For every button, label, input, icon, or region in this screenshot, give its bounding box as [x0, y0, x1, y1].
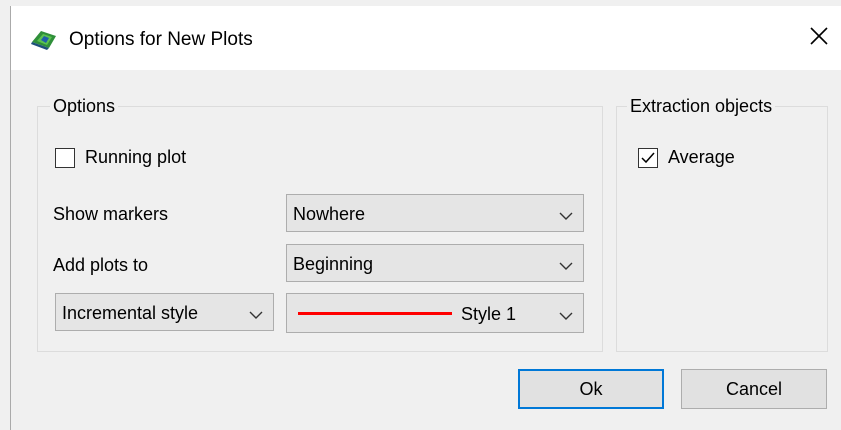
show-markers-label: Show markers: [53, 204, 169, 224]
show-markers-value: Nowhere: [293, 204, 366, 224]
add-plots-to-value: Beginning: [293, 254, 374, 274]
average-checkbox-row[interactable]: Average: [638, 147, 735, 168]
add-plots-to-select[interactable]: Beginning: [286, 244, 584, 282]
show-markers-select[interactable]: Nowhere: [286, 194, 584, 232]
ok-button[interactable]: Ok: [518, 369, 664, 409]
style-select[interactable]: Style 1: [286, 293, 584, 333]
chevron-down-icon: [559, 208, 573, 220]
cancel-button[interactable]: Cancel: [681, 369, 827, 409]
title-bar: Options for New Plots: [11, 6, 841, 70]
options-group-label: Options: [50, 94, 119, 118]
checkmark-icon: [641, 152, 655, 163]
extraction-objects-groupbox: Extraction objects: [616, 94, 828, 352]
add-plots-to-label: Add plots to: [53, 255, 149, 275]
style-value: Style 1: [461, 304, 517, 324]
incremental-style-select[interactable]: Incremental style: [55, 293, 274, 331]
chevron-down-icon: [559, 308, 573, 320]
average-label: Average: [668, 147, 735, 167]
average-checkbox[interactable]: [638, 147, 658, 168]
style-line-swatch: [298, 312, 452, 315]
chevron-down-icon: [559, 258, 573, 270]
running-plot-checkbox[interactable]: [55, 147, 75, 168]
close-button[interactable]: [796, 6, 841, 70]
close-icon: [810, 26, 828, 50]
running-plot-label: Running plot: [85, 147, 187, 167]
options-dialog: Options for New Plots Options Running pl…: [10, 6, 841, 430]
incremental-style-value: Incremental style: [62, 303, 199, 323]
plot-app-icon: [29, 28, 59, 50]
extraction-objects-group-label: Extraction objects: [627, 94, 776, 118]
chevron-down-icon: [249, 307, 263, 319]
window-title: Options for New Plots: [69, 29, 253, 50]
running-plot-checkbox-row[interactable]: Running plot: [55, 147, 186, 168]
